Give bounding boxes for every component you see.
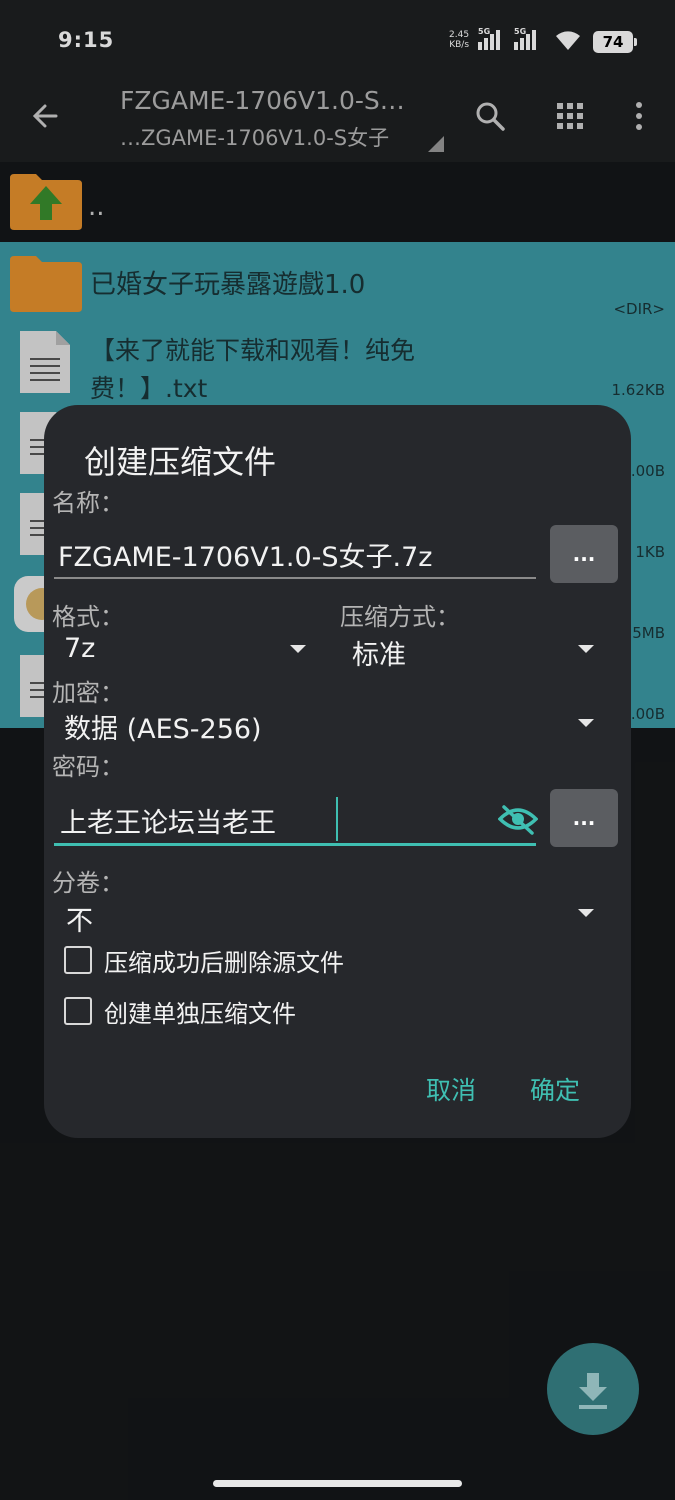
ok-button[interactable]: 确定 bbox=[530, 1071, 580, 1107]
create-archive-dialog: 创建压缩文件 名称： FZGAME-1706V1.0-S女子.7z ... 格式… bbox=[44, 405, 631, 1138]
separate-archive-checkbox[interactable] bbox=[64, 997, 92, 1025]
text-cursor bbox=[336, 797, 338, 841]
extract-fab-button[interactable] bbox=[547, 1343, 639, 1435]
password-underline bbox=[54, 843, 536, 846]
delete-source-checkbox[interactable] bbox=[64, 946, 92, 974]
password-input[interactable]: 上老王论坛当老王 bbox=[60, 801, 276, 840]
toggle-visibility-icon[interactable] bbox=[498, 803, 538, 835]
archive-name-underline bbox=[54, 577, 536, 579]
format-label: 格式： bbox=[52, 603, 124, 631]
encryption-select[interactable]: 数据 (AES-256) bbox=[64, 707, 262, 746]
split-chevron-down-icon[interactable] bbox=[578, 909, 594, 917]
compression-method-label: 压缩方式： bbox=[340, 603, 460, 631]
archive-name-input[interactable]: FZGAME-1706V1.0-S女子.7z bbox=[58, 535, 432, 574]
dialog-title: 创建压缩文件 bbox=[84, 443, 277, 481]
split-select[interactable]: 不 bbox=[66, 899, 93, 938]
encryption-chevron-down-icon[interactable] bbox=[578, 719, 594, 727]
method-chevron-down-icon[interactable] bbox=[578, 645, 594, 653]
password-label: 密码： bbox=[52, 753, 124, 781]
name-label: 名称： bbox=[52, 489, 124, 517]
split-label: 分卷： bbox=[52, 869, 124, 897]
download-icon bbox=[579, 1373, 607, 1409]
format-select[interactable]: 7z bbox=[64, 633, 95, 664]
browse-name-button[interactable]: ... bbox=[550, 525, 618, 583]
separate-archive-label[interactable]: 创建单独压缩文件 bbox=[104, 994, 296, 1029]
encryption-label: 加密： bbox=[52, 679, 124, 707]
format-chevron-down-icon[interactable] bbox=[290, 645, 306, 653]
password-more-button[interactable]: ... bbox=[550, 789, 618, 847]
home-indicator[interactable] bbox=[213, 1480, 462, 1487]
delete-source-label[interactable]: 压缩成功后删除源文件 bbox=[104, 943, 344, 978]
compression-method-select[interactable]: 标准 bbox=[352, 633, 406, 672]
cancel-button[interactable]: 取消 bbox=[426, 1071, 476, 1107]
